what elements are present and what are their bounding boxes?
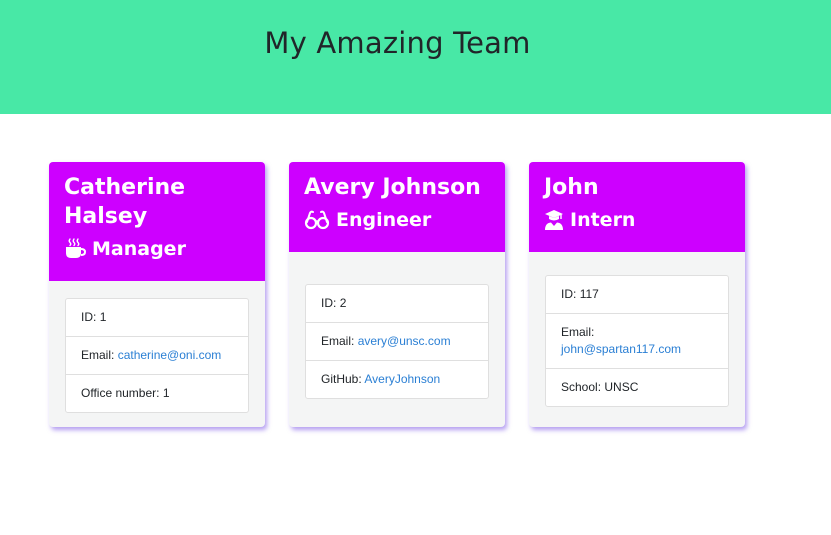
list-item-id: ID: 117 (546, 276, 728, 314)
list-item-school: School: UNSC (546, 369, 728, 406)
employee-card-engineer: Avery Johnson Engineer ID: 2 Email: aver… (289, 162, 505, 427)
info-list: ID: 1 Email: catherine@oni.com Office nu… (65, 298, 249, 413)
office-label: Office number: (81, 386, 160, 400)
office-value: 1 (162, 386, 170, 400)
list-item-id: ID: 2 (306, 285, 488, 323)
jumbotron-header: My Amazing Team (0, 0, 831, 114)
card-header: John Intern (529, 162, 745, 252)
card-header: Catherine Halsey Manager (49, 162, 265, 281)
id-value: 117 (579, 287, 599, 301)
employee-name: Avery Johnson (304, 175, 481, 200)
info-list: ID: 2 Email: avery@unsc.com GitHub: Aver… (305, 284, 489, 399)
list-item-email: Email: john@spartan117.com (546, 314, 728, 369)
school-label: School: (561, 380, 602, 394)
employee-name: Catherine Halsey (64, 175, 186, 229)
role-label: Intern (570, 209, 636, 231)
card-header: Avery Johnson Engineer (289, 162, 505, 252)
id-value: 1 (99, 310, 107, 324)
id-label: ID: (81, 310, 97, 324)
card-body: ID: 2 Email: avery@unsc.com GitHub: Aver… (289, 252, 505, 416)
id-label: ID: (321, 296, 337, 310)
role-label: Manager (92, 238, 186, 260)
employee-role: Manager (64, 234, 251, 264)
email-label: Email: (81, 348, 115, 362)
list-item-office: Office number: 1 (66, 375, 248, 412)
role-label: Engineer (336, 209, 432, 231)
employee-role: Engineer (304, 205, 491, 235)
card-body: ID: 1 Email: catherine@oni.com Office nu… (49, 281, 265, 427)
card-body: ID: 117 Email: john@spartan117.com Schoo… (529, 252, 745, 424)
employee-role: Intern (544, 205, 731, 235)
list-item-github: GitHub: AveryJohnson (306, 361, 488, 398)
info-list: ID: 117 Email: john@spartan117.com Schoo… (545, 275, 729, 407)
employee-card-intern: John Intern ID: 117 Email: john@spartan1… (529, 162, 745, 427)
list-item-id: ID: 1 (66, 299, 248, 337)
list-item-email: Email: catherine@oni.com (66, 337, 248, 375)
page-title: My Amazing Team (264, 26, 531, 60)
email-label: Email: (561, 325, 595, 339)
school-value: UNSC (604, 380, 639, 394)
email-link[interactable]: john@spartan117.com (561, 342, 681, 356)
github-label: GitHub: (321, 372, 362, 386)
employee-name: John (544, 175, 599, 200)
employee-card-manager: Catherine Halsey Manager ID: 1 Email: ca… (49, 162, 265, 427)
list-item-email: Email: avery@unsc.com (306, 323, 488, 361)
id-value: 2 (339, 296, 347, 310)
email-link[interactable]: catherine@oni.com (118, 348, 222, 362)
graduate-icon (544, 209, 564, 231)
github-link[interactable]: AveryJohnson (364, 372, 440, 386)
coffee-icon (64, 238, 87, 260)
id-label: ID: (561, 287, 577, 301)
email-label: Email: (321, 334, 355, 348)
glasses-icon (304, 210, 330, 230)
email-link[interactable]: avery@unsc.com (358, 334, 451, 348)
